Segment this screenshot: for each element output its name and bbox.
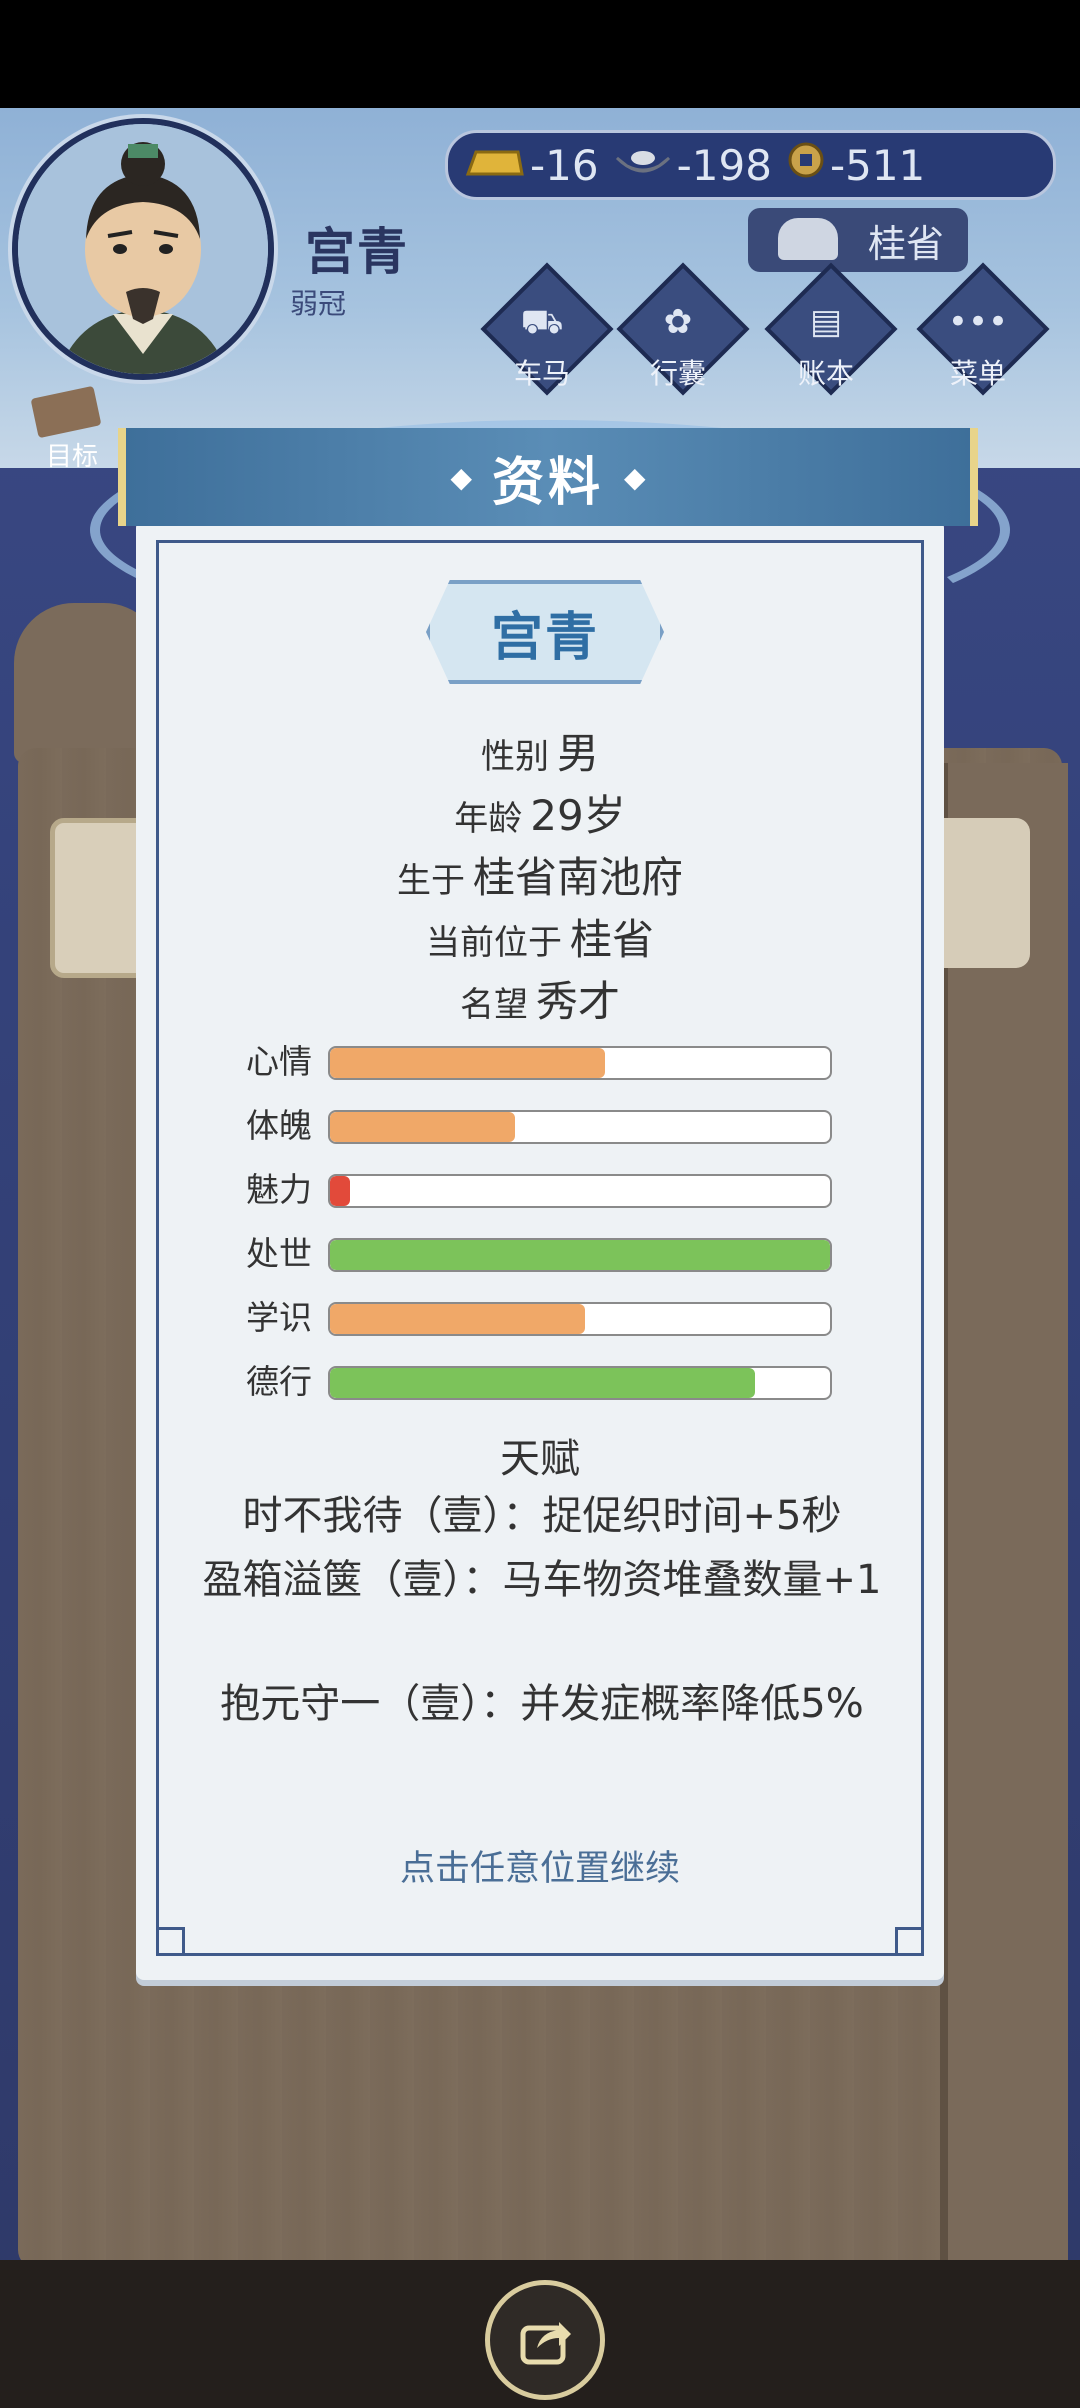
stat-row-virtue: 德行 [246,1362,866,1402]
carriage-icon: ⛟ [520,302,564,342]
stat-fill [330,1304,585,1334]
reputation-value: 秀才 [535,977,620,1026]
bag-icon: ✿ [663,302,693,342]
building-icon [778,218,838,260]
birthplace-label: 生于 [396,861,465,901]
more-icon: ••• [947,302,1009,342]
birthplace-row: 生于 桂省南池府 [136,844,944,905]
stat-fill [330,1048,605,1078]
gold-currency: -16 [462,141,599,190]
gold-ingot-icon [462,141,526,190]
stat-bar [328,1046,832,1080]
stat-fill [330,1368,755,1398]
right-slot[interactable] [930,818,1030,968]
share-button[interactable] [485,2280,605,2400]
stat-row-physique: 体魄 [246,1106,866,1146]
diamond-icon: ◆ [624,460,646,494]
stat-row-knowledge: 学识 [246,1298,866,1338]
silver-amount: -198 [676,140,772,190]
profile-panel[interactable]: 宫青 性别男 年龄 29岁 生于 桂省南池府 当前位于 桂省 名望 秀才 心情 体魄 魅… [136,520,944,1980]
stat-label: 心情 [246,1042,312,1081]
carriage-label: 车马 [513,357,570,390]
stat-bar [328,1174,832,1208]
frame-corner [156,1927,185,1956]
frame-corner [895,1927,924,1956]
reputation-label: 名望 [459,985,528,1025]
talent-item: 盈箱溢箧（壹）：马车物资堆叠数量+1 [202,1557,882,1603]
currency-bar: -16 -198 -511 [445,130,1056,200]
gender-label: 性别 [480,737,549,777]
stat-bar [328,1302,832,1336]
copper-currency: -511 [786,140,925,190]
silver-ingot-icon [613,141,673,190]
ledger-icon: ▤ [809,302,843,342]
stat-fill [330,1240,830,1270]
stat-label: 体魄 [246,1106,312,1145]
stat-row-worldliness: 处世 [246,1234,866,1274]
status-bar [0,0,1080,108]
stat-label: 处世 [246,1234,312,1273]
scroll-icon [30,385,102,439]
stat-bar [328,1110,832,1144]
silver-currency: -198 [613,141,772,190]
more-menu-button[interactable]: ••• 菜单 [916,262,1050,396]
talent-title: 天赋 [500,1436,580,1482]
bag-label: 行囊 [649,357,706,390]
stat-label: 魅力 [246,1170,312,1209]
carriage-button[interactable]: ⛟ 车马 [480,262,614,396]
scholar-portrait-icon [18,124,268,374]
board-side-panel [940,763,1068,2260]
location-label: 桂省 [867,221,944,266]
stat-row-mood: 心情 [246,1042,866,1082]
stat-row-charm: 魅力 [246,1170,866,1210]
stat-label: 学识 [246,1298,312,1337]
copper-amount: -511 [829,140,926,190]
ledger-label: 账本 [797,357,854,390]
current-location-label: 当前位于 [425,923,562,963]
goal-button[interactable]: 目标 [18,385,118,476]
name-plate: 宫青 [426,580,664,684]
bottom-bar [0,2260,1080,2408]
stat-bar [328,1238,832,1272]
panel-title-banner: ◆ 资料 ◆ [118,428,978,526]
gold-amount: -16 [530,140,599,190]
talent-item: 时不我待（壹）：捉促织时间+5秒 [242,1493,842,1539]
ledger-button[interactable]: ▤ 账本 [764,262,898,396]
bag-button[interactable]: ✿ 行囊 [616,262,750,396]
player-age-title: 弱冠 [290,287,347,320]
continue-hint[interactable]: 点击任意位置继续 [136,1840,944,1891]
character-name: 宫青 [490,607,599,668]
location-tag[interactable]: 桂省 [748,208,968,272]
share-icon [520,2322,571,2365]
more-menu-label: 菜单 [949,357,1006,390]
stat-fill [330,1176,350,1206]
copper-coin-icon [786,140,826,190]
current-location-row: 当前位于 桂省 [136,906,944,967]
goal-label: 目标 [46,442,99,472]
current-location-value: 桂省 [569,915,654,964]
player-name: 宫青 [305,223,409,281]
stat-label: 德行 [246,1362,312,1401]
birthplace-value: 桂省南池府 [472,853,683,902]
diamond-icon: ◆ [450,460,472,494]
age-value: 29岁 [530,791,626,840]
reputation-row: 名望 秀才 [136,968,944,1029]
age-label: 年龄 [454,799,523,839]
gender-row: 性别男 [136,720,944,781]
player-avatar[interactable] [12,118,274,380]
gender-value: 男 [556,729,599,778]
panel-title: 资料 [491,452,604,513]
talent-item: 抱元守一（壹）：并发症概率降低5% [220,1681,864,1727]
age-row: 年龄 29岁 [136,782,944,843]
stat-bar [328,1366,832,1400]
stat-fill [330,1112,515,1142]
